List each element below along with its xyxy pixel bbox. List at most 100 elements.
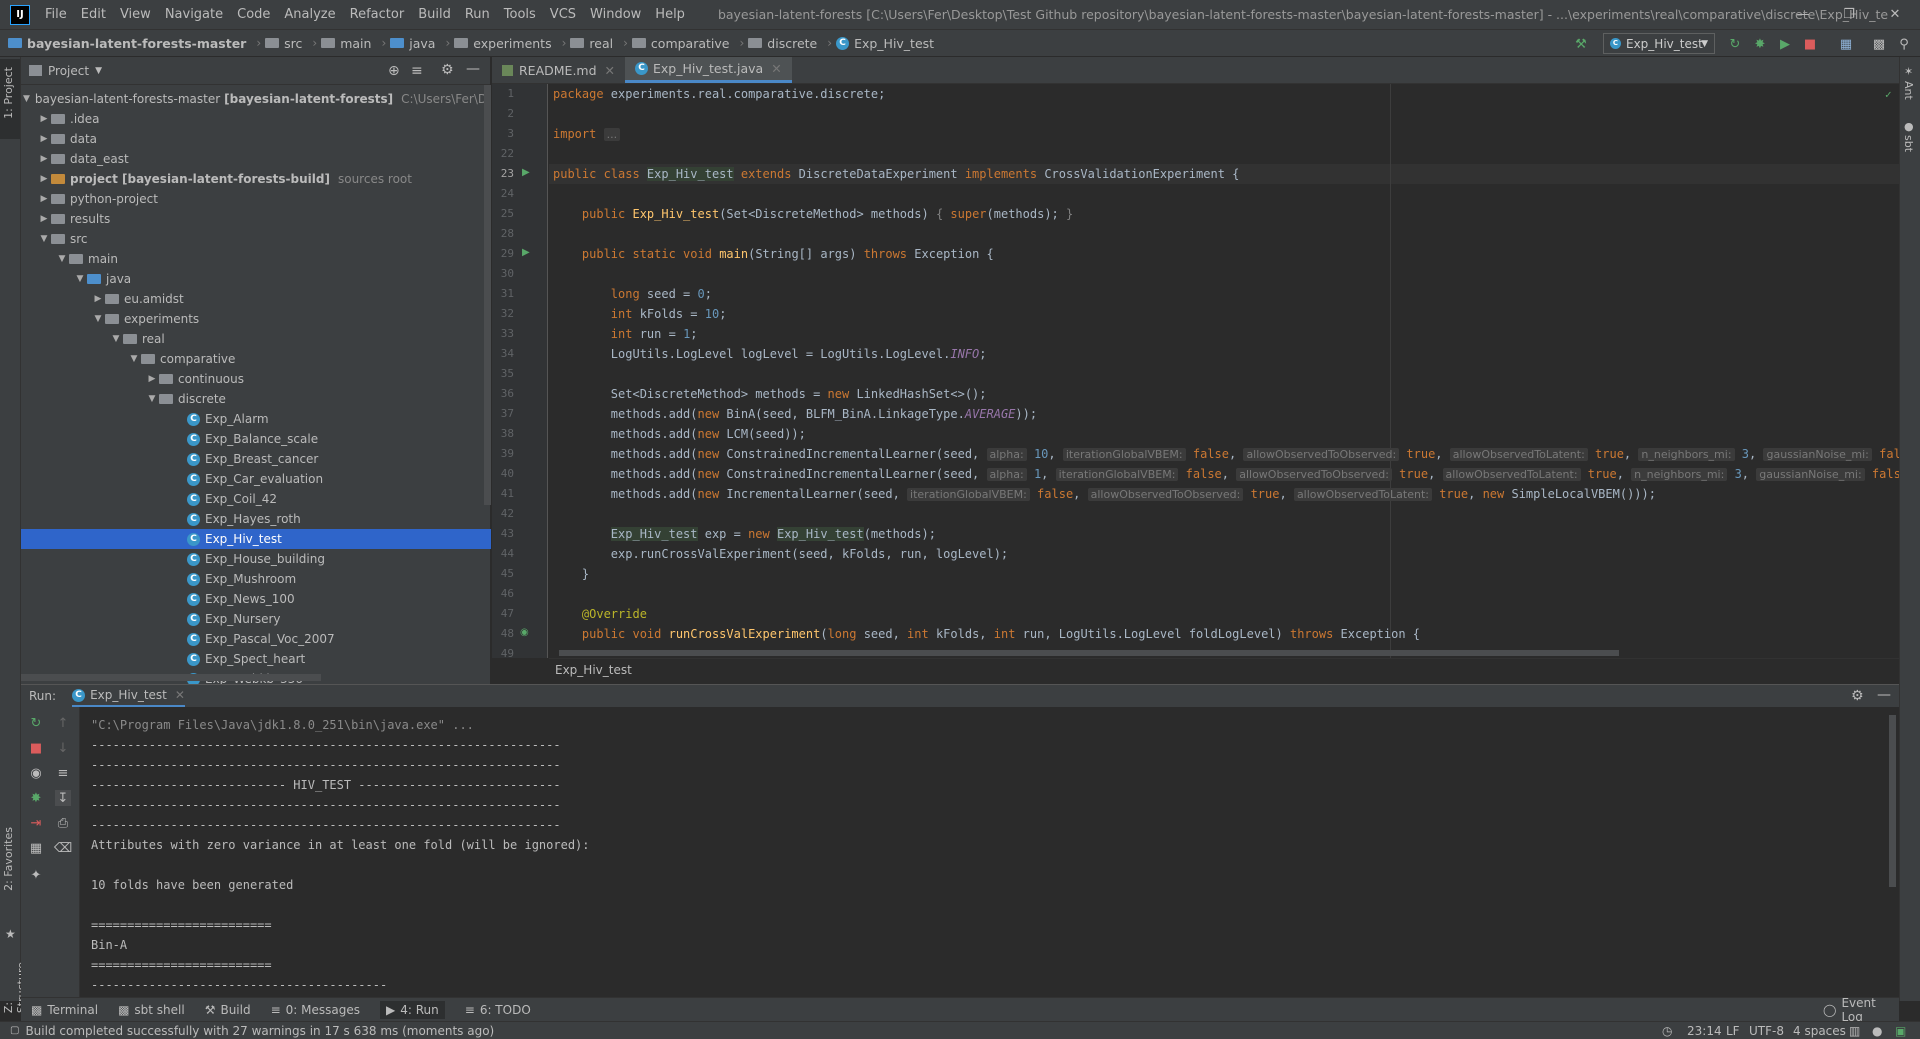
- tree-item-project-build[interactable]: ▶ project [bayesian-latent-forests-build]…: [21, 169, 491, 189]
- tree-item-main[interactable]: ▼ main: [21, 249, 491, 269]
- expanded-arrow-icon[interactable]: ▼: [91, 314, 105, 324]
- menu-navigate[interactable]: Navigate: [158, 0, 230, 29]
- tree-item-class[interactable]: C Exp_Balance_scale: [21, 429, 491, 449]
- tree-item-real[interactable]: ▼ real: [21, 329, 491, 349]
- code-editor[interactable]: package experiments.real.comparative.dis…: [549, 84, 1899, 658]
- menu-tools[interactable]: Tools: [497, 0, 543, 29]
- layout-icon[interactable]: ▦: [28, 840, 44, 856]
- run-gutter-icon[interactable]: ▶: [522, 247, 530, 258]
- close-icon[interactable]: ✕: [1872, 0, 1918, 29]
- search-icon[interactable]: ⚲: [1896, 36, 1912, 52]
- expanded-arrow-icon[interactable]: ▼: [73, 274, 87, 284]
- stop-icon[interactable]: ■: [28, 740, 44, 756]
- collapsed-arrow-icon[interactable]: ▶: [37, 194, 51, 204]
- collapse-all-icon[interactable]: ≡: [411, 63, 423, 79]
- collapsed-arrow-icon[interactable]: ▶: [37, 174, 51, 184]
- gear-icon[interactable]: ⚙: [441, 62, 454, 78]
- camera-icon[interactable]: ◉: [28, 765, 44, 781]
- tab-run-active[interactable]: ▶ 4: Run: [380, 1000, 445, 1019]
- breadcrumb-class[interactable]: C Exp_Hiv_test: [836, 36, 934, 51]
- breadcrumb-project[interactable]: bayesian-latent-forests-master: [8, 36, 246, 51]
- tree-item-class[interactable]: C Exp_Car_evaluation: [21, 469, 491, 489]
- breadcrumb-discrete[interactable]: discrete: [748, 36, 817, 51]
- tab-event-log[interactable]: ◯ Event Log: [1823, 996, 1879, 1024]
- tab-exp-hiv-test[interactable]: C Exp_Hiv_test.java ✕: [625, 57, 792, 83]
- tree-item-class[interactable]: C Exp_Pascal_Voc_2007: [21, 629, 491, 649]
- tool-tab-ant[interactable]: Ant: [1902, 81, 1915, 100]
- layout-icon[interactable]: ▩: [1871, 36, 1887, 52]
- cursor-position[interactable]: 23:14: [1687, 1024, 1722, 1038]
- menu-run[interactable]: Run: [458, 0, 497, 29]
- tree-item-class[interactable]: C Exp_Spect_heart: [21, 649, 491, 669]
- collapsed-arrow-icon[interactable]: ▶: [37, 214, 51, 224]
- tree-item-data-east[interactable]: ▶ data_east: [21, 149, 491, 169]
- scroll-to-end-icon[interactable]: ↧: [55, 790, 71, 806]
- collapsed-arrow-icon[interactable]: ▶: [91, 294, 105, 304]
- breadcrumb-comparative[interactable]: comparative: [631, 36, 729, 51]
- tree-item-python-project[interactable]: ▶ python-project: [21, 189, 491, 209]
- status-message[interactable]: Build completed successfully with 27 war…: [25, 1024, 494, 1038]
- inspector-icon[interactable]: ●: [1872, 1024, 1882, 1038]
- tab-sbt-shell[interactable]: ▩ sbt shell: [118, 1003, 185, 1017]
- breadcrumb-java[interactable]: java: [390, 36, 435, 51]
- soft-wrap-icon[interactable]: ≡: [55, 765, 71, 781]
- rerun-icon[interactable]: ↻: [1727, 36, 1743, 52]
- menu-view[interactable]: View: [113, 0, 158, 29]
- scroll-up-icon[interactable]: ↑: [55, 715, 71, 731]
- tab-messages[interactable]: ≡ 0: Messages: [271, 1003, 360, 1017]
- gear-icon[interactable]: ⚙: [1851, 688, 1864, 704]
- indent-setting[interactable]: 4 spaces: [1793, 1024, 1846, 1038]
- tree-item-eu-amidst[interactable]: ▶ eu.amidst: [21, 289, 491, 309]
- expanded-arrow-icon[interactable]: ▼: [23, 94, 30, 104]
- collapsed-arrow-icon[interactable]: ▶: [37, 114, 51, 124]
- collapsed-arrow-icon[interactable]: ▶: [37, 134, 51, 144]
- run-tab[interactable]: C Exp_Hiv_test ✕: [72, 685, 185, 707]
- tree-item-comparative[interactable]: ▼ comparative: [21, 349, 491, 369]
- breadcrumb-main[interactable]: main: [321, 36, 371, 51]
- tree-item-experiments[interactable]: ▼ experiments: [21, 309, 491, 329]
- expanded-arrow-icon[interactable]: ▼: [55, 254, 69, 264]
- tree-root[interactable]: ▼ bayesian-latent-forests-master [bayesi…: [21, 89, 491, 109]
- run-console[interactable]: "C:\Program Files\Java\jdk1.8.0_251\bin\…: [81, 707, 1899, 997]
- lock-icon[interactable]: ▥: [1849, 1024, 1860, 1038]
- menu-build[interactable]: Build: [411, 0, 458, 29]
- project-tree-horizontal-scrollbar[interactable]: [21, 674, 321, 681]
- tool-tab-project[interactable]: 1: Project: [2, 67, 15, 119]
- hide-panel-icon[interactable]: —: [1877, 687, 1891, 703]
- editor-breadcrumb-footer[interactable]: Exp_Hiv_test: [549, 658, 1899, 681]
- close-tab-icon[interactable]: ✕: [175, 688, 185, 702]
- run-gutter-icon[interactable]: ▶: [522, 167, 530, 178]
- run-configuration-selector[interactable]: C Exp_Hiv_test ▼: [1603, 33, 1715, 54]
- menu-edit[interactable]: Edit: [74, 0, 113, 29]
- project-structure-icon[interactable]: ▦: [1838, 36, 1854, 52]
- console-scrollbar[interactable]: [1889, 715, 1896, 887]
- menu-file[interactable]: File: [38, 0, 74, 29]
- editor-horizontal-scrollbar[interactable]: [559, 650, 1619, 656]
- tree-item-class[interactable]: C Exp_Breast_cancer: [21, 449, 491, 469]
- build-hammer-icon[interactable]: ⚒: [1573, 36, 1589, 52]
- chevron-down-icon[interactable]: ▼: [95, 66, 102, 76]
- debug-bug-icon[interactable]: ✸: [28, 790, 44, 806]
- status-toggle-icon[interactable]: ▢: [10, 1025, 19, 1036]
- menu-analyze[interactable]: Analyze: [277, 0, 342, 29]
- debug-bug-icon[interactable]: ✸: [1752, 36, 1768, 52]
- pin-icon[interactable]: ✦: [28, 867, 44, 883]
- menu-vcs[interactable]: VCS: [543, 0, 583, 29]
- override-gutter-icon[interactable]: ◉: [520, 627, 529, 638]
- restore-icon[interactable]: ❐: [1826, 0, 1872, 29]
- tree-item-class[interactable]: C Exp_House_building: [21, 549, 491, 569]
- tree-item-idea[interactable]: ▶ .idea: [21, 109, 491, 129]
- tree-item-class[interactable]: C Exp_News_100: [21, 589, 491, 609]
- trash-icon[interactable]: ⌫: [54, 840, 72, 856]
- tree-item-data[interactable]: ▶ data: [21, 129, 491, 149]
- tab-todo[interactable]: ≡ 6: TODO: [465, 1003, 531, 1017]
- tab-build[interactable]: ⚒ Build: [205, 1003, 251, 1017]
- tool-tab-favorites[interactable]: 2: Favorites: [2, 827, 15, 891]
- tree-item-class[interactable]: C Exp_Coil_42: [21, 489, 491, 509]
- memory-indicator-icon[interactable]: ▣: [1895, 1024, 1906, 1038]
- file-encoding[interactable]: UTF-8: [1749, 1024, 1784, 1038]
- tab-terminal[interactable]: ▩ Terminal: [31, 1003, 98, 1017]
- expanded-arrow-icon[interactable]: ▼: [109, 334, 123, 344]
- minimize-icon[interactable]: —: [1780, 0, 1826, 29]
- breadcrumb-src[interactable]: src: [265, 36, 302, 51]
